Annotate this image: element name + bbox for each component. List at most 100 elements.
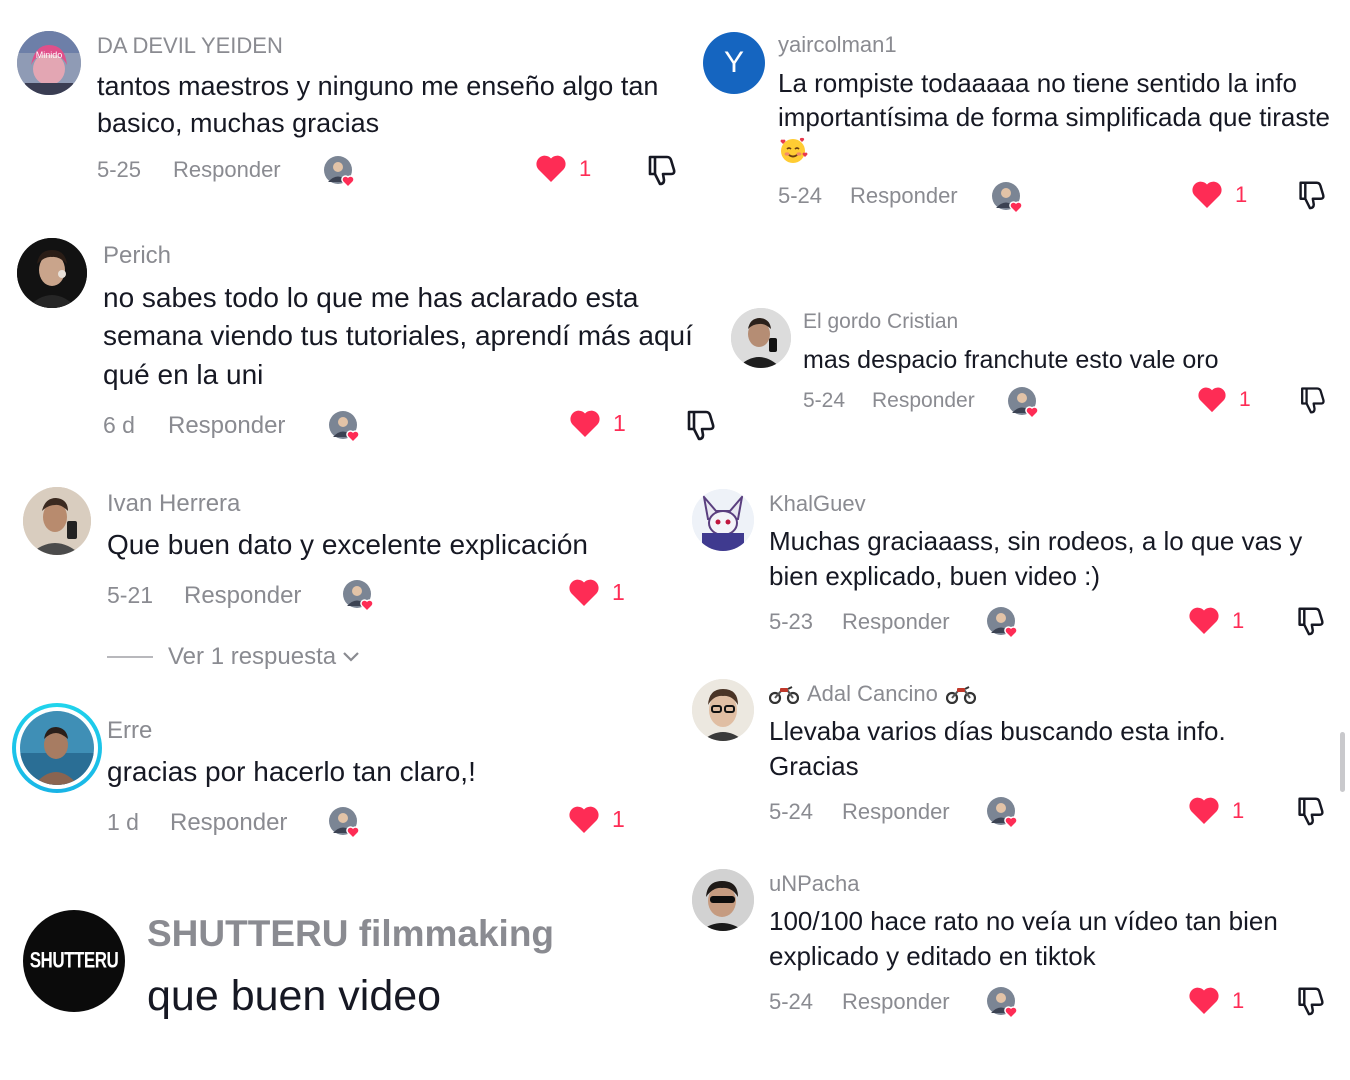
username[interactable]: DA DEVIL YEIDEN (97, 33, 283, 59)
avatar[interactable]: Minido (17, 31, 81, 95)
thumbs-down-icon (1299, 181, 1325, 210)
comment-date: 1 d (107, 809, 139, 835)
thumbs-down-icon (1301, 387, 1325, 414)
creator-liked-avatar (985, 796, 1021, 830)
smiling-face-with-hearts-icon (778, 135, 808, 173)
avatar[interactable] (692, 679, 754, 741)
scrollbar[interactable] (1340, 732, 1345, 792)
like-button[interactable]: 1 (569, 409, 626, 438)
thumbs-down-icon (1298, 607, 1324, 636)
motorcycle-icon (945, 686, 976, 704)
comment-date: 5-24 (769, 799, 814, 824)
thumbs-down-icon (1298, 797, 1324, 826)
creator-liked-avatar (985, 986, 1021, 1020)
avatar[interactable]: SHUTTERU (23, 910, 125, 1012)
view-replies-button[interactable]: Ver 1 respuesta (168, 643, 360, 671)
comment-text: no sabes todo lo que me has aclarado est… (103, 282, 693, 390)
like-button[interactable]: 1 (535, 154, 591, 183)
like-count: 1 (1239, 387, 1251, 411)
reply-button[interactable]: Responder (842, 609, 950, 635)
username[interactable]: SHUTTERU filmmaking (147, 913, 554, 955)
comment-text-body: La rompiste todaaaaa no tiene sentido la… (778, 68, 1331, 133)
like-button[interactable]: 1 (568, 805, 625, 834)
username[interactable]: KhalGuev (769, 491, 866, 517)
heart-icon (1192, 181, 1222, 208)
like-button[interactable]: 1 (1191, 180, 1247, 209)
comment-text: Que buen dato y excelente explicación (107, 529, 588, 560)
dislike-button[interactable] (682, 408, 716, 447)
like-button[interactable]: 1 (1188, 796, 1244, 825)
avatar[interactable] (692, 489, 754, 551)
heart-icon (1189, 797, 1219, 824)
avatar[interactable]: Y (703, 32, 765, 94)
username[interactable]: Perich (103, 242, 171, 270)
comment-date: 5-25 (97, 157, 142, 182)
avatar[interactable] (731, 308, 791, 368)
like-button[interactable]: 1 (1188, 986, 1244, 1015)
reply-button[interactable]: Responder (850, 183, 958, 209)
view-replies-divider (107, 656, 153, 658)
username-row[interactable]: Adal Cancino (769, 681, 976, 707)
heart-icon (536, 155, 566, 182)
creator-liked-avatar (990, 181, 1026, 215)
comment-text: Llevaba varios días buscando esta info. … (769, 716, 1226, 781)
reply-button[interactable]: Responder (872, 389, 975, 413)
comment-text: mas despacio franchute esto vale oro (803, 346, 1219, 374)
username[interactable]: Ivan Herrera (107, 490, 240, 518)
like-count: 1 (1235, 181, 1248, 207)
reply-button[interactable]: Responder (842, 989, 950, 1015)
creator-liked-avatar (327, 806, 363, 840)
comment-text: La rompiste todaaaaa no tiene sentido la… (778, 66, 1338, 173)
avatar[interactable] (692, 869, 754, 931)
view-replies-label: Ver 1 respuesta (168, 643, 337, 670)
like-button[interactable]: 1 (568, 578, 625, 607)
dislike-button[interactable] (1296, 385, 1326, 420)
comment-date: 5-21 (107, 582, 154, 608)
comment-date: 5-24 (769, 989, 814, 1014)
dislike-button[interactable] (1293, 985, 1325, 1022)
reply-button[interactable]: Responder (842, 799, 950, 825)
username[interactable]: uNPacha (769, 871, 860, 897)
like-count: 1 (1232, 987, 1245, 1013)
like-count: 1 (612, 806, 625, 832)
thumbs-down-icon (687, 410, 715, 441)
dislike-button[interactable] (643, 153, 677, 192)
username[interactable]: El gordo Cristian (803, 310, 958, 334)
dislike-button[interactable] (1293, 605, 1325, 642)
comment-date: 5-23 (769, 609, 814, 634)
creator-liked-avatar (322, 155, 358, 189)
reply-button[interactable]: Responder (168, 412, 285, 440)
avatar[interactable] (23, 487, 91, 555)
motorcycle-icon (769, 686, 799, 704)
heart-icon (1189, 987, 1219, 1014)
reply-button[interactable]: Responder (170, 809, 287, 837)
username[interactable]: yaircolman1 (778, 32, 897, 58)
creator-liked-avatar (1006, 386, 1042, 420)
reply-button[interactable]: Responder (173, 157, 281, 183)
like-count: 1 (612, 579, 625, 605)
like-count: 1 (579, 155, 592, 181)
username[interactable]: Erre (107, 717, 152, 745)
avatar-letter: Y (723, 46, 744, 79)
like-count: 1 (613, 410, 626, 436)
dislike-button[interactable] (1294, 179, 1326, 216)
avatar[interactable] (17, 238, 87, 308)
like-count: 1 (1232, 607, 1245, 633)
heart-icon (1189, 607, 1219, 634)
heart-icon (1198, 387, 1226, 413)
comment-date: 5-24 (778, 183, 823, 208)
story-ring[interactable] (12, 703, 102, 793)
comment-date: 5-24 (803, 389, 846, 412)
like-button[interactable]: 1 (1197, 386, 1251, 413)
creator-liked-avatar (341, 579, 377, 613)
thumbs-down-icon (648, 155, 676, 186)
thumbs-down-icon (1298, 987, 1324, 1016)
heart-icon (570, 410, 600, 437)
avatar (20, 711, 94, 785)
username: Adal Cancino (807, 681, 938, 706)
reply-button[interactable]: Responder (184, 582, 301, 610)
dislike-button[interactable] (1293, 795, 1325, 832)
like-count: 1 (1232, 797, 1245, 823)
avatar-overlay-text: Minido (35, 50, 63, 60)
like-button[interactable]: 1 (1188, 606, 1244, 635)
